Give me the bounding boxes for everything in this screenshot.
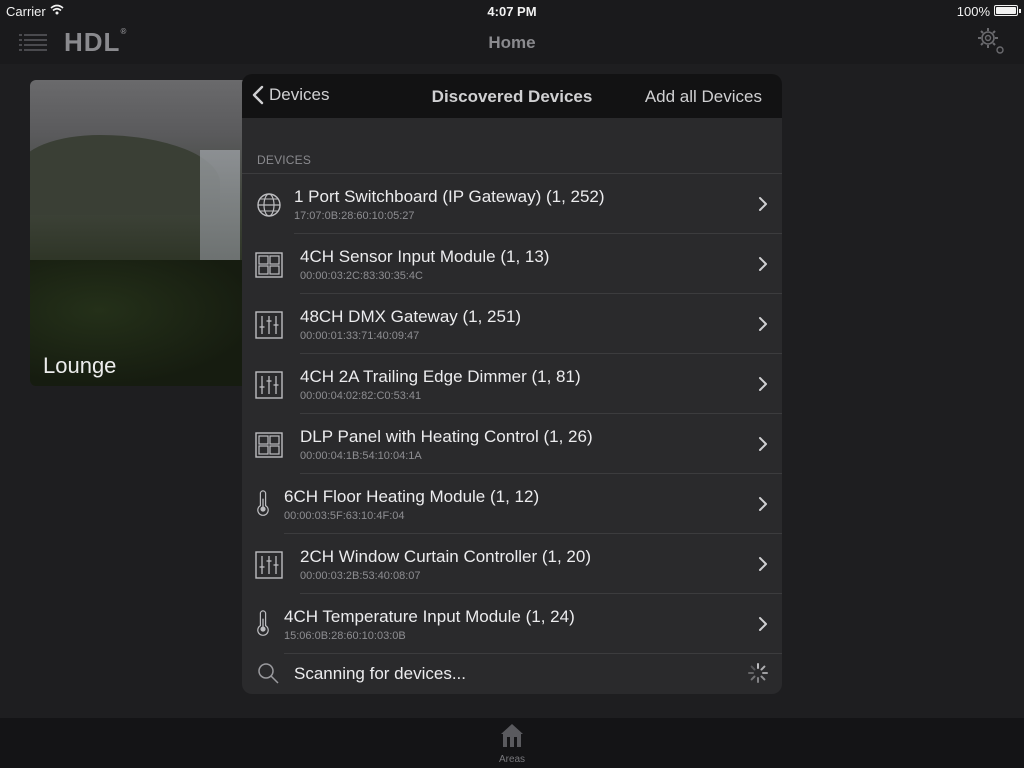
device-name: 6CH Floor Heating Module (1, 12) xyxy=(284,487,540,506)
device-row[interactable]: 1 Port Switchboard (IP Gateway) (1, 252)… xyxy=(242,174,782,234)
device-name: 4CH 2A Trailing Edge Dimmer (1, 81) xyxy=(300,367,581,386)
device-name: 4CH Temperature Input Module (1, 24) xyxy=(284,607,575,626)
modal-header: Devices Discovered Devices Add all Devic… xyxy=(242,74,782,118)
chevron-right-icon xyxy=(758,196,768,212)
status-bar: Carrier 4:07 PM 100% xyxy=(0,0,1024,22)
scanning-row: Scanning for devices... xyxy=(242,653,782,694)
area-card-label: Lounge xyxy=(43,353,117,378)
device-mac-address: 00:00:04:1B:54:10:04:1A xyxy=(300,450,422,462)
device-list: 1 Port Switchboard (IP Gateway) (1, 252)… xyxy=(242,173,782,654)
device-row[interactable]: 2CH Window Curtain Controller (1, 20) 00:… xyxy=(242,534,782,594)
chevron-right-icon xyxy=(758,316,768,332)
battery-icon xyxy=(994,5,1021,16)
chevron-right-icon xyxy=(758,256,768,272)
device-name: 48CH DMX Gateway (1, 251) xyxy=(300,307,522,326)
tab-areas-label: Areas xyxy=(498,754,526,765)
device-mac-address: 15:06:0B:28:60:10:03:0B xyxy=(284,630,406,642)
device-row[interactable]: 6CH Floor Heating Module (1, 12) 00:00:03… xyxy=(242,474,782,534)
thermometer-icon xyxy=(250,610,276,640)
grid-panel-icon xyxy=(254,430,284,460)
sliders-icon xyxy=(254,310,284,340)
device-name: 2CH Window Curtain Controller (1, 20) xyxy=(300,547,591,566)
device-row[interactable]: 4CH Temperature Input Module (1, 24) 15:0… xyxy=(242,594,782,654)
discovered-devices-modal: Devices Discovered Devices Add all Devic… xyxy=(242,74,782,694)
section-header: DEVICES xyxy=(257,153,312,167)
battery-percent: 100% xyxy=(956,4,990,19)
nav-bar: HDL® Home xyxy=(0,22,1024,64)
clock-label: 4:07 PM xyxy=(487,4,537,19)
house-icon xyxy=(501,724,523,747)
page-title: Home xyxy=(488,33,536,52)
loading-spinner-icon xyxy=(748,663,768,683)
device-row[interactable]: DLP Panel with Heating Control (1, 26) 00… xyxy=(242,414,782,474)
chevron-right-icon xyxy=(758,616,768,632)
sliders-icon xyxy=(254,550,284,580)
scanning-status-text: Scanning for devices... xyxy=(294,664,466,683)
chevron-right-icon xyxy=(758,436,768,452)
device-mac-address: 00:00:04:02:82:C0:53:41 xyxy=(300,390,422,402)
device-mac-address: 00:00:03:2C:83:30:35:4C xyxy=(300,270,423,282)
area-card-lounge[interactable]: Lounge xyxy=(30,80,260,386)
grid-panel-icon xyxy=(254,250,284,280)
device-row[interactable]: 4CH 2A Trailing Edge Dimmer (1, 81) 00:00… xyxy=(242,354,782,414)
sliders-icon xyxy=(254,370,284,400)
tab-bar: Areas xyxy=(0,718,1024,768)
device-name: 1 Port Switchboard (IP Gateway) (1, 252) xyxy=(294,187,605,206)
tab-areas[interactable]: Areas xyxy=(492,721,532,765)
device-row[interactable]: 4CH Sensor Input Module (1, 13) 00:00:03:… xyxy=(242,234,782,294)
search-icon xyxy=(258,663,279,684)
chevron-right-icon xyxy=(758,376,768,392)
device-mac-address: 00:00:01:33:71:40:09:47 xyxy=(300,330,420,342)
device-mac-address: 00:00:03:5F:63:10:4F:04 xyxy=(284,510,405,522)
add-all-devices-button[interactable]: Add all Devices xyxy=(645,87,762,107)
globe-icon xyxy=(254,190,284,220)
chevron-right-icon xyxy=(758,556,768,572)
device-name: 4CH Sensor Input Module (1, 13) xyxy=(300,247,550,266)
device-row[interactable]: 48CH DMX Gateway (1, 251) 00:00:01:33:71:… xyxy=(242,294,782,354)
device-mac-address: 00:00:03:2B:53:40:08:07 xyxy=(300,570,421,582)
thermometer-icon xyxy=(250,490,276,520)
device-name: DLP Panel with Heating Control (1, 26) xyxy=(300,427,593,446)
chevron-right-icon xyxy=(758,496,768,512)
device-mac-address: 17:07:0B:28:60:10:05:27 xyxy=(294,210,415,222)
settings-gear-icon[interactable] xyxy=(976,26,1006,56)
area-image xyxy=(30,135,220,215)
